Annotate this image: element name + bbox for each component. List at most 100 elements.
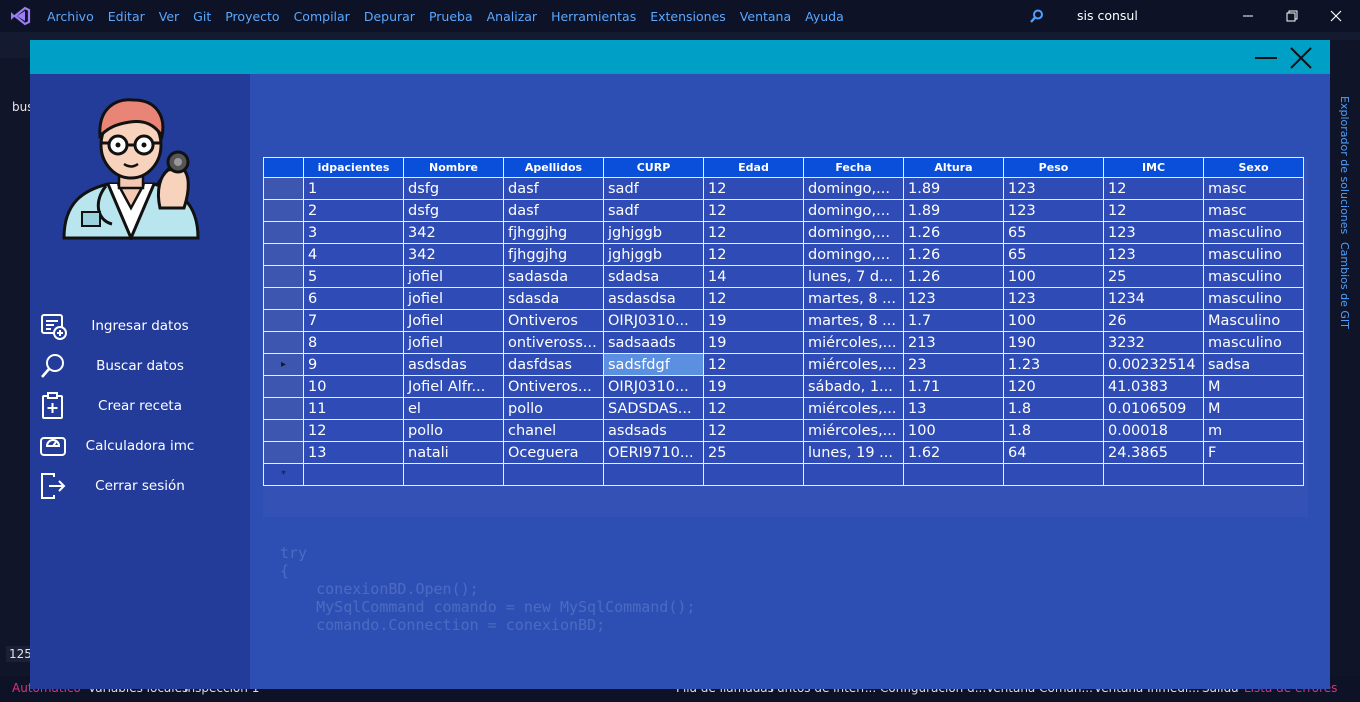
solution-explorer-tab[interactable]: Explorador de soluciones	[1338, 96, 1351, 234]
table-row[interactable]: 7 Jofiel Ontiveros OIRJ0310... 19 martes, 8 .…	[263, 309, 1304, 332]
menu-item-archivo[interactable]: Archivo	[40, 9, 101, 24]
grid-cell[interactable]: 1	[303, 177, 404, 200]
grid-cell[interactable]: 25	[1103, 265, 1204, 288]
grid-cell[interactable]: 24.3865	[1103, 441, 1204, 464]
grid-cell[interactable]: 0.00232514	[1103, 353, 1204, 376]
grid-cell[interactable]: jofiel	[403, 287, 504, 310]
grid-cell[interactable]: jghjggb	[603, 221, 704, 244]
grid-cell[interactable]: M	[1203, 375, 1304, 398]
grid-cell-empty[interactable]	[503, 463, 604, 486]
grid-cell[interactable]: masculino	[1203, 221, 1304, 244]
column-header-sexo[interactable]: Sexo	[1203, 157, 1304, 178]
grid-cell[interactable]: OIRJ0310...	[603, 375, 704, 398]
table-row[interactable]: 11 el pollo SADSDAS... 12 miércoles,... 13 1.8 0…	[263, 397, 1304, 420]
grid-cell[interactable]: martes, 8 ...	[803, 309, 904, 332]
menu-item-proyecto[interactable]: Proyecto	[218, 9, 286, 24]
grid-cell[interactable]: 1.26	[903, 243, 1004, 266]
menu-item-analizar[interactable]: Analizar	[480, 9, 544, 24]
grid-cell[interactable]: 3232	[1103, 331, 1204, 354]
menu-item-herramientas[interactable]: Herramientas	[544, 9, 643, 24]
column-header-nombre[interactable]: Nombre	[403, 157, 504, 178]
grid-cell[interactable]: 1.8	[1003, 397, 1104, 420]
grid-cell[interactable]: chanel	[503, 419, 604, 442]
grid-cell[interactable]: miércoles,...	[803, 353, 904, 376]
grid-cell[interactable]: domingo,...	[803, 199, 904, 222]
grid-cell[interactable]: Jofiel Alfr...	[403, 375, 504, 398]
grid-cell[interactable]: sdasda	[503, 287, 604, 310]
table-row[interactable]: 12 pollo chanel asdsads 12 miércoles,... 100 1.…	[263, 419, 1304, 442]
grid-cell[interactable]: 1.7	[903, 309, 1004, 332]
row-header[interactable]	[263, 441, 304, 464]
row-header[interactable]: ▸	[263, 353, 304, 376]
grid-cell[interactable]: miércoles,...	[803, 419, 904, 442]
grid-cell[interactable]: 12	[703, 199, 804, 222]
grid-cell[interactable]: 0.0106509	[1103, 397, 1204, 420]
grid-cell[interactable]: domingo,...	[803, 221, 904, 244]
grid-cell[interactable]: sadsfdgf	[603, 353, 704, 376]
table-row[interactable]: 8 jofiel ontiveross... sadsaads 19 miércoles,…	[263, 331, 1304, 354]
grid-cell[interactable]: fjhggjhg	[503, 221, 604, 244]
grid-cell[interactable]: 25	[703, 441, 804, 464]
grid-cell[interactable]: 8	[303, 331, 404, 354]
grid-cell[interactable]: pollo	[403, 419, 504, 442]
form-close-button[interactable]	[1288, 45, 1314, 71]
grid-cell-empty[interactable]	[1203, 463, 1304, 486]
grid-cell[interactable]: sadsa	[1203, 353, 1304, 376]
menu-item-ventana[interactable]: Ventana	[733, 9, 798, 24]
table-row[interactable]: 3 342 fjhggjhg jghjggb 12 domingo,... 1.26 65 12…	[263, 221, 1304, 244]
column-header-curp[interactable]: CURP	[603, 157, 704, 178]
grid-cell[interactable]: 123	[1003, 177, 1104, 200]
grid-cell[interactable]: 3	[303, 221, 404, 244]
grid-cell[interactable]: Oceguera	[503, 441, 604, 464]
grid-cell[interactable]: 123	[1003, 199, 1104, 222]
grid-cell-empty[interactable]	[1103, 463, 1204, 486]
grid-cell[interactable]: SADSDAS...	[603, 397, 704, 420]
grid-cell[interactable]: 12	[703, 353, 804, 376]
grid-cell[interactable]: 100	[1003, 265, 1104, 288]
grid-cell[interactable]: sadf	[603, 199, 704, 222]
grid-cell[interactable]: masculino	[1203, 287, 1304, 310]
menu-item-ver[interactable]: Ver	[152, 9, 186, 24]
grid-cell-empty[interactable]	[1003, 463, 1104, 486]
close-window-button[interactable]	[1326, 6, 1346, 26]
grid-cell[interactable]: 41.0383	[1103, 375, 1204, 398]
row-header[interactable]	[263, 243, 304, 266]
grid-cell[interactable]: 12	[703, 243, 804, 266]
grid-cell[interactable]: 12	[703, 287, 804, 310]
grid-cell[interactable]: Jofiel	[403, 309, 504, 332]
grid-cell[interactable]: 342	[403, 243, 504, 266]
grid-cell[interactable]: natali	[403, 441, 504, 464]
grid-cell[interactable]: 123	[1103, 243, 1204, 266]
grid-cell[interactable]: 12	[703, 221, 804, 244]
grid-cell-empty[interactable]	[903, 463, 1004, 486]
grid-cell[interactable]: 7	[303, 309, 404, 332]
grid-cell[interactable]: ontiveross...	[503, 331, 604, 354]
table-row[interactable]: 5 jofiel sadasda sdadsa 14 lunes, 7 d... 1.26 1…	[263, 265, 1304, 288]
grid-cell[interactable]: jofiel	[403, 331, 504, 354]
menu-item-prueba[interactable]: Prueba	[422, 9, 480, 24]
grid-cell[interactable]: sábado, 1...	[803, 375, 904, 398]
grid-cell[interactable]: OERI9710...	[603, 441, 704, 464]
grid-cell-empty[interactable]	[303, 463, 404, 486]
grid-cell-empty[interactable]	[703, 463, 804, 486]
grid-cell[interactable]: dasf	[503, 177, 604, 200]
column-header-apellidos[interactable]: Apellidos	[503, 157, 604, 178]
grid-cell[interactable]: 12	[303, 419, 404, 442]
grid-cell[interactable]: lunes, 7 d...	[803, 265, 904, 288]
grid-cell[interactable]: 213	[903, 331, 1004, 354]
grid-cell[interactable]: 19	[703, 375, 804, 398]
grid-cell[interactable]: 11	[303, 397, 404, 420]
grid-cell[interactable]: 65	[1003, 221, 1104, 244]
grid-cell[interactable]: 10	[303, 375, 404, 398]
grid-cell[interactable]: 100	[903, 419, 1004, 442]
patients-data-grid[interactable]: idpacientes Nombre Apellidos CURP Edad Fecha A…	[263, 157, 1308, 517]
grid-cell[interactable]: 1.62	[903, 441, 1004, 464]
table-row[interactable]: 13 natali Oceguera OERI9710... 25 lunes, 19 .…	[263, 441, 1304, 464]
grid-cell[interactable]: 1.26	[903, 265, 1004, 288]
grid-cell[interactable]: OIRJ0310...	[603, 309, 704, 332]
grid-cell[interactable]: 9	[303, 353, 404, 376]
grid-cell[interactable]: domingo,...	[803, 177, 904, 200]
grid-cell[interactable]: 1234	[1103, 287, 1204, 310]
row-header[interactable]	[263, 287, 304, 310]
grid-cell[interactable]: 1.89	[903, 199, 1004, 222]
